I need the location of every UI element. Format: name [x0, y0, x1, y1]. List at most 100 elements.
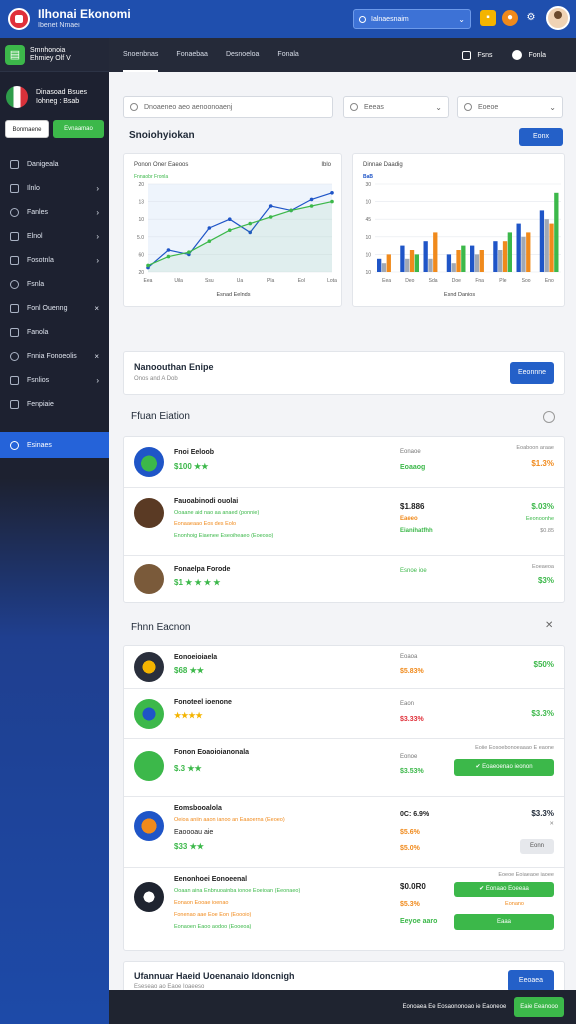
confirm-button[interactable]: ✔ Eoaeoenao ieonon — [454, 759, 554, 776]
sidebar-header: ▤ Smnhonoia Ehmiey Olf V — [0, 38, 109, 72]
filter-select-2[interactable]: Eoeoe ⌄ — [457, 96, 563, 118]
item-icon — [134, 811, 164, 841]
item-value: $1.886 — [400, 502, 425, 511]
list-item[interactable]: Fonon Eoaoioianonala $.3 ★★ Eonoe $3.53%… — [124, 739, 564, 797]
list-item[interactable]: Fonoteel ioenone ★★★★ Eaon $3.33% $3.3% — [124, 689, 564, 739]
user-avatar[interactable] — [546, 6, 570, 30]
sidebar-item[interactable]: Fanles › — [0, 200, 109, 224]
item-sub: Eaoooau aie — [174, 829, 214, 836]
sidebar-right-button[interactable]: Evnaamao — [53, 120, 104, 138]
brand: Ilhonai Ekonomi Ibenet Nmaei — [38, 8, 131, 30]
info-icon[interactable] — [543, 411, 555, 423]
x-tick-label: Ua — [237, 278, 244, 284]
bottom-banner-title: Ufannuar Haeid Uoenanaio Idoncnigh — [134, 971, 295, 981]
settings-icon[interactable]: ⚙ — [523, 10, 539, 26]
search-placeholder: Dnoaeneo aeo aenoonoaenj — [144, 103, 233, 111]
data-point — [309, 204, 314, 208]
chevron-right-icon[interactable]: › — [96, 256, 99, 265]
banner-button[interactable]: Eeonnne — [510, 362, 554, 384]
item-mid-value: $3.53% — [400, 768, 424, 775]
sidebar-left-button[interactable]: Bonmaene — [5, 120, 49, 138]
section-button[interactable]: Eonx — [519, 128, 563, 146]
close-icon[interactable]: × — [94, 352, 99, 361]
sidebar-item[interactable]: Fenpiaie — [0, 392, 109, 416]
footer: Eonoaea Ee Eosaononoao ie Eaoneoe Eaie E… — [109, 990, 576, 1024]
bar — [474, 254, 480, 272]
x-tick-label: Doe — [452, 278, 461, 284]
sidebar-item[interactable]: Fanola — [0, 320, 109, 344]
sidebar-item-active[interactable]: Esinaes — [0, 432, 109, 458]
sidebar-item[interactable]: Fsnla — [0, 272, 109, 296]
item-right-label: Eoiie Eosoebonoeaaao E eaone — [475, 745, 554, 751]
close-icon[interactable]: ✕ — [545, 620, 553, 631]
sidebar-item[interactable]: Fnnia Fonoeolis × — [0, 344, 109, 368]
confirm-button-label: Eonaao Eoeeaa — [485, 886, 529, 892]
notification-icon[interactable]: ● — [502, 10, 518, 26]
folder-icon[interactable]: ▪ — [480, 10, 496, 26]
line-chart: 2013105.06020Eea Uila Ssu Ua Pla Eol Lota — [137, 182, 337, 284]
bar — [386, 254, 391, 272]
y-tick-label: 10 — [138, 217, 144, 223]
circle-icon[interactable] — [512, 50, 523, 60]
secondary-button[interactable]: Eonn — [520, 839, 554, 854]
item-mid-label: Eonoe — [400, 754, 418, 760]
sidebar-item[interactable]: Elnol › — [0, 224, 109, 248]
sidebar-item[interactable]: Fonl Ouenng × — [0, 296, 109, 320]
item-price: $68 ★★ — [174, 666, 204, 675]
list-item[interactable]: Fnoi Eeloob $100 ★★ Eonaoe Eoaaog Eoaboo… — [124, 437, 564, 488]
item-price-value: $100 — [174, 462, 192, 471]
close-icon[interactable]: ✕ — [549, 821, 554, 827]
tab-3[interactable]: Desnoeloa — [226, 38, 259, 72]
tab-right-label-2[interactable]: Fonla — [528, 52, 546, 59]
list-item[interactable]: Fauoabinodi ouolai Ooaane aid nao aa ana… — [124, 488, 564, 556]
confirm-button[interactable]: ✔ Eonaao Eoeeaa — [454, 882, 554, 897]
item-price: $1 ★ ★ ★ ★ — [174, 578, 221, 587]
bottom-banner-button[interactable]: Eeoaea — [508, 970, 554, 992]
chevron-right-icon[interactable]: › — [96, 208, 99, 217]
sidebar-item-label: Esinaes — [27, 441, 52, 449]
filter-select-1[interactable]: Eeeas ⌄ — [343, 96, 449, 118]
search-input[interactable]: Dnoaeneo aeo aenoonoaenj — [123, 96, 333, 118]
sidebar-item[interactable]: Fosotnla › — [0, 248, 109, 272]
sidebar-item[interactable]: Danigeala — [0, 152, 109, 176]
global-search[interactable]: Ialnaesnaim ⌄ — [353, 9, 471, 29]
section2-title: Ffuan Eiation — [131, 411, 190, 422]
bar — [516, 223, 521, 272]
app-logo[interactable] — [8, 8, 30, 30]
list-item[interactable]: Fonaelpa Forode $1 ★ ★ ★ ★ Esnoe ioe Eoe… — [124, 556, 564, 602]
green-button[interactable]: Eaaa — [454, 914, 554, 930]
banner-subtitle: Onos and A Dob — [134, 376, 178, 382]
workspace-icon[interactable]: ▤ — [5, 44, 25, 65]
chevron-right-icon[interactable]: › — [96, 184, 99, 193]
item-icon — [134, 564, 164, 594]
chevron-right-icon[interactable]: › — [96, 376, 99, 385]
y-tick-label: 30 — [365, 182, 371, 188]
x-tick-label: Uila — [174, 278, 183, 284]
x-tick-label: Sda — [429, 278, 438, 284]
tab-4[interactable]: Fonala — [277, 38, 298, 72]
x-axis-label: Esnd Danios — [443, 292, 476, 298]
sidebar-item-label: Fonl Ouenng — [27, 304, 68, 312]
sidebar-item[interactable]: Fsnlios › — [0, 368, 109, 392]
footer-text: Eonoaea Ee Eosaononoao ie Eaoneoe — [402, 1004, 507, 1010]
list-item[interactable]: Eenonhoei Eonoeenal Ooaan aina Enbnuoain… — [124, 868, 564, 950]
checkbox-icon[interactable] — [462, 50, 472, 60]
list-item[interactable]: Eonoeioiaela $68 ★★ Eoaoa $5.83% $50% — [124, 646, 564, 689]
list-item[interactable]: Eomsbooalola Oeioa aniin aaon ianoo an E… — [124, 797, 564, 868]
sidebar-item[interactable]: Ilnlo › — [0, 176, 109, 200]
item-name: Fonaelpa Forode — [174, 566, 231, 573]
tab-right-label[interactable]: Fsns — [477, 52, 492, 59]
item-sub: Enonhoig Eiaenee Eseoiheaeo (Eoeoso) — [174, 533, 274, 539]
check-icon: ✔ — [479, 886, 486, 892]
tab-2[interactable]: Fonaebaa — [176, 38, 208, 72]
line-chart-card: Ponon Oner Eaeoos Iblo Fnnaobr Fronla 20… — [123, 153, 342, 307]
footer-button[interactable]: Eaie Eeanooo — [514, 997, 564, 1017]
data-point — [268, 204, 273, 208]
item-right-sub: Eonano — [505, 901, 524, 907]
close-icon[interactable]: × — [94, 304, 99, 313]
sidebar-nav: Danigeala Ilnlo › Fanles › Elnol › Fosotnla › Fsn… — [0, 152, 109, 458]
chevron-right-icon[interactable]: › — [96, 232, 99, 241]
item-mid-sub: $5.0% — [400, 845, 420, 852]
item-icon — [134, 699, 164, 729]
tab-1[interactable]: Snoenbnas — [123, 38, 159, 72]
